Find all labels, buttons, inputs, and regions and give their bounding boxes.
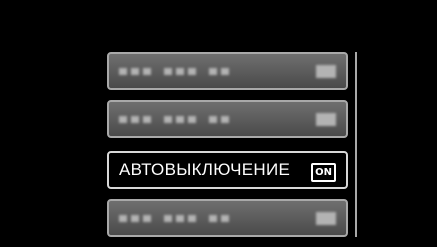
on-badge-icon: ON xyxy=(311,163,336,182)
camera-menu-screen: АВТОВЫКЛЮЧЕНИЕ ON xyxy=(0,0,437,247)
menu-scrollbar[interactable] xyxy=(355,52,357,237)
blurred-value-icon xyxy=(316,113,336,126)
blurred-value-icon xyxy=(316,212,336,225)
blurred-label xyxy=(119,215,229,222)
menu-item-blurred-2[interactable] xyxy=(107,100,348,138)
menu-item-blurred-1[interactable] xyxy=(107,52,348,90)
blurred-value-icon xyxy=(316,65,336,78)
menu-item-auto-power-off[interactable]: АВТОВЫКЛЮЧЕНИЕ ON xyxy=(107,151,348,189)
menu-item-blurred-3[interactable] xyxy=(107,199,348,237)
blurred-label xyxy=(119,116,229,123)
blurred-label xyxy=(119,68,229,75)
auto-power-off-label: АВТОВЫКЛЮЧЕНИЕ xyxy=(119,160,291,179)
